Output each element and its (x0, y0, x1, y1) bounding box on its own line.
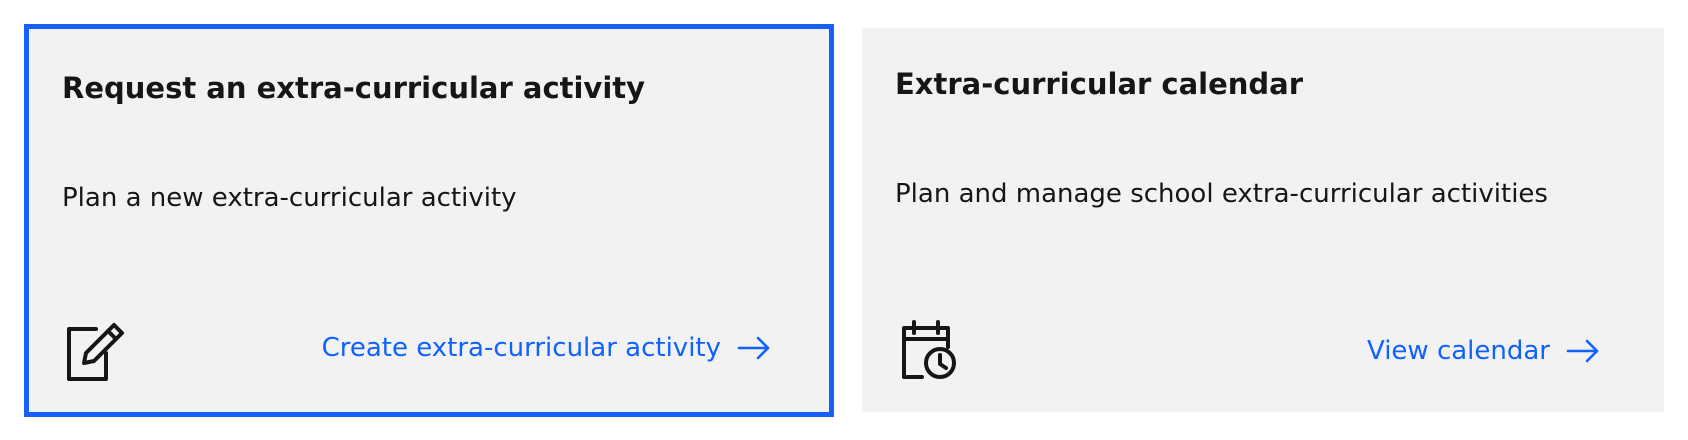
arrow-right-icon (737, 336, 770, 360)
request-activity-card[interactable]: Request an extra-curricular activity Pla… (24, 24, 834, 417)
edit-icon (64, 321, 126, 383)
link-label: Create extra-curricular activity (321, 333, 721, 363)
create-activity-link[interactable]: Create extra-curricular activity (322, 333, 771, 363)
card-title: Extra-curricular calendar (895, 67, 1304, 101)
card-description: Plan a new extra-curricular activity (62, 183, 517, 213)
card-description: Plan and manage school extra-curricular … (895, 179, 1548, 209)
link-label: View calendar (1366, 336, 1550, 366)
tile-group: Request an extra-curricular activity Pla… (0, 0, 1688, 440)
card-title: Request an extra-curricular activity (62, 71, 646, 105)
arrow-right-icon (1566, 339, 1599, 363)
calendar-card[interactable]: Extra-curricular calendar Plan and manag… (862, 28, 1664, 412)
view-calendar-link[interactable]: View calendar (1367, 336, 1600, 366)
calendar-clock-icon (900, 319, 962, 381)
